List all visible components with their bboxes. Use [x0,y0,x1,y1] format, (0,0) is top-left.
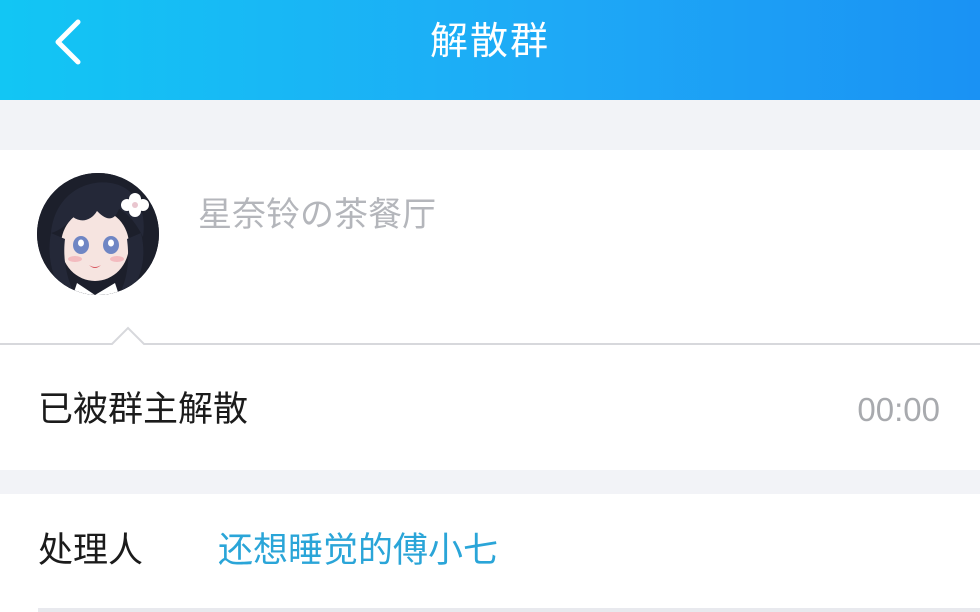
dissolved-status-text: 已被群主解散 [38,390,249,430]
group-name: 星奈铃の茶餐厅 [198,195,436,235]
group-avatar [37,173,159,295]
status-timestamp: 00:00 [857,391,940,428]
page-title: 解散群 [429,19,550,63]
row-divider [38,608,980,612]
handler-label: 处理人 [38,531,144,571]
handler-name-link[interactable]: 还想睡觉的傅小七 [218,530,498,572]
handler-row: 处理人 还想睡觉的傅小七 [0,494,980,612]
divider-with-pointer [0,322,980,346]
anime-girl-avatar-icon [37,173,159,295]
top-navigation-bar: 解散群 [0,0,980,100]
group-info-card: 星奈铃の茶餐厅 已被群主解散 00:00 [0,150,980,470]
